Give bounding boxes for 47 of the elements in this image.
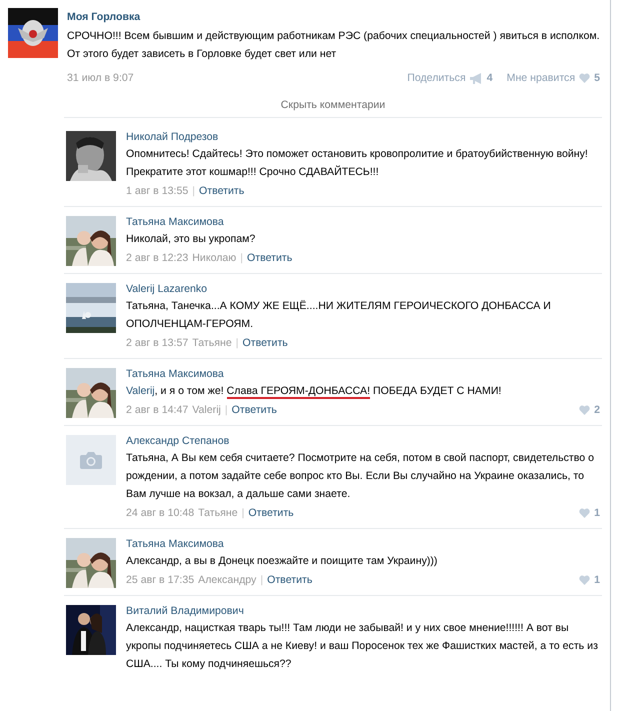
author-name[interactable]: Татьяна Максимова bbox=[126, 368, 224, 380]
reply-link[interactable]: Ответить bbox=[199, 185, 244, 197]
reply-link[interactable]: Ответить bbox=[267, 574, 312, 586]
like-count: 5 bbox=[594, 72, 600, 84]
heart-icon[interactable] bbox=[579, 73, 590, 83]
heart-icon[interactable] bbox=[579, 405, 590, 415]
reply-link[interactable]: Ответить bbox=[232, 404, 277, 416]
author-name[interactable]: Valerij Lazarenko bbox=[126, 283, 208, 295]
author-name[interactable]: Николай Подрезов bbox=[126, 131, 218, 143]
like-count: 2 bbox=[594, 404, 600, 416]
comment-text: Татьяна, Танечка...А КОМУ ЖЕ ЕЩЁ....НИ ЖИТЕЛЯМ ГЕРОИЧЕСКОГО ДОНБАССА И ОПОЛЧЕНЦАМ-ГЕРОЯМ. bbox=[126, 299, 552, 332]
comment-date: 1 авг в 13:55 bbox=[126, 185, 188, 197]
comment-date: 25 авг в 17:35 bbox=[126, 574, 194, 586]
reply-link[interactable]: Ответить bbox=[247, 252, 292, 264]
hide-comments-link[interactable]: Скрыть комментарии bbox=[280, 99, 386, 111]
reply-link[interactable]: Ответить bbox=[248, 507, 294, 519]
post-author[interactable]: Моя Горловка bbox=[67, 11, 140, 23]
separator: | bbox=[240, 252, 244, 264]
author-name[interactable]: Татьяна Максимова bbox=[126, 538, 224, 550]
author-name[interactable]: Александр Степанов bbox=[126, 435, 230, 447]
like-count: 1 bbox=[594, 574, 600, 586]
heart-icon[interactable] bbox=[579, 508, 590, 518]
post-text: СРОЧНО!!! Всем бывшим и действующим работникам РЭС (рабочих специальностей ) явиться в исполком. От этого будет зависеть в Горловке будет свет или нет bbox=[67, 29, 601, 62]
comment-text: Valerij, и я о том же! Слава ГЕРОЯМ-ДОНБАССА! ПОБЕДА БУДЕТ С НАМИ! bbox=[126, 384, 502, 400]
comment-date: 2 авг в 12:23 bbox=[126, 252, 188, 264]
post-date: 31 июл в 9:07 bbox=[67, 72, 134, 84]
camera-icon bbox=[80, 451, 102, 469]
like-count: 1 bbox=[594, 507, 600, 519]
author-name[interactable]: Татьяна Максимова bbox=[126, 216, 224, 228]
separator: | bbox=[224, 404, 228, 416]
separator: | bbox=[242, 507, 244, 519]
comment-date: 2 авг в 14:47 bbox=[126, 404, 188, 416]
separator: | bbox=[192, 185, 196, 197]
comment-date: 24 авг в 10:48 bbox=[126, 507, 194, 519]
comment-text: Татьяна, А Вы кем себя считаете? Посмотрите на себя, потом в свой паспорт, свидетельство о рождении, а потом задайте себе вопрос кто Вы. Если Вы случайно на Украине оказались, то Вам лучше на вокзал, а дальше сами знаете. bbox=[126, 451, 595, 502]
comment-text: Николай, это вы укропам? bbox=[126, 232, 256, 247]
heart-icon[interactable] bbox=[579, 575, 590, 585]
reply-link[interactable]: Ответить bbox=[242, 337, 288, 349]
share-count: 4 bbox=[486, 72, 493, 84]
author-name[interactable]: Виталий Владимирович bbox=[126, 605, 244, 617]
separator: | bbox=[260, 574, 264, 586]
comment-text: Александр, а вы в Донецк поезжайте и поищите там Украину))) bbox=[126, 554, 438, 569]
megaphone-icon[interactable] bbox=[470, 72, 483, 84]
comment-text: Опомнитесь! Сдайтесь! Это поможет остановить кровопролитие и братоубийственную войну! Прекратите этот кошмар!!! Срочно СДАВАЙТЕСЬ!!! bbox=[126, 147, 589, 180]
comment-text: Александр, нацисткая тварь ты!!! Там люди не забывай! и у них свое мнение!!!!!! А вот вы укропы подчиняетесь США а не Киеву! и ваш Поросенок тех же Фашистких мастей, а то есть из США.... Ты кому подчиняешься?? bbox=[126, 621, 599, 672]
separator: | bbox=[236, 337, 239, 349]
comment-date: 2 авг в 13:57 bbox=[126, 337, 188, 349]
